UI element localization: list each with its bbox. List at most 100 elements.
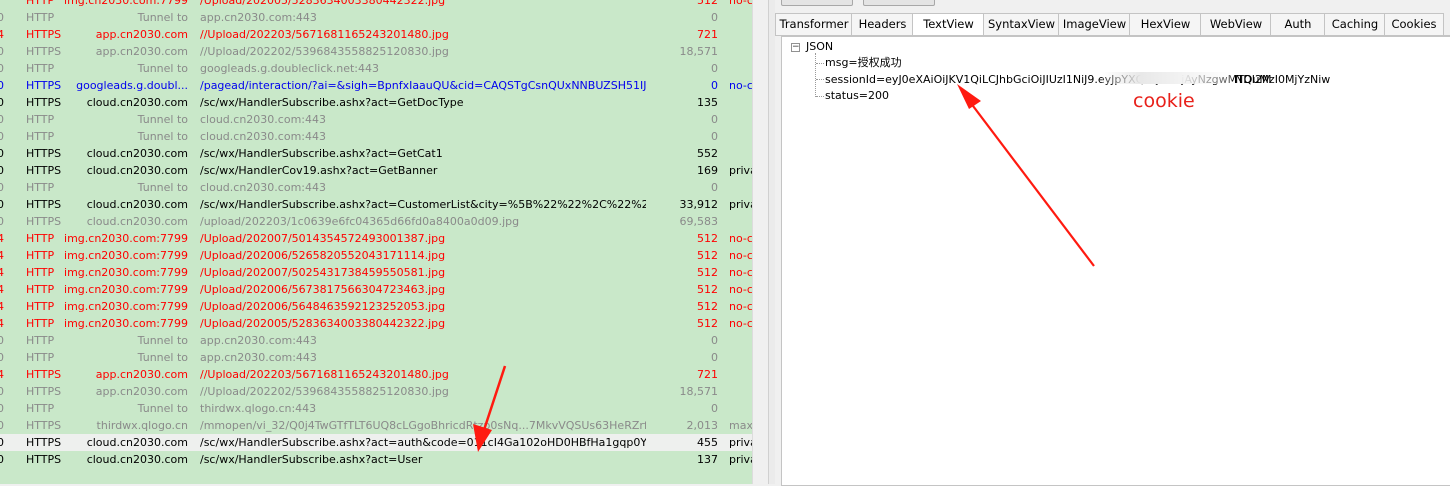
session-url-cell: /Upload/202006/5265820552043171114.jpg: [200, 249, 446, 262]
session-row[interactable]: 4 HTTP img.cn2030.com:7799/Upload/202006/5…: [0, 298, 752, 315]
session-url-cell: thirdwx.qlogo.cn:443: [200, 402, 317, 415]
session-row[interactable]: 0 HTTP Tunnel to app.cn2030.com:443 0: [0, 9, 752, 26]
session-list[interactable]: HTTP img.cn2030.com:7799/Upload/202005/52…: [0, 0, 752, 484]
session-result-cell: 4: [0, 283, 4, 296]
session-url-cell: cloud.cn2030.com:443: [200, 130, 326, 143]
session-row[interactable]: 4 HTTP img.cn2030.com:7799/Upload/202005/5…: [0, 315, 752, 332]
session-caching-cell: no-c: [729, 232, 752, 245]
session-body-cell: 0: [711, 181, 718, 194]
session-url-cell: cloud.cn2030.com:443: [200, 181, 326, 194]
session-result-cell: 0: [0, 164, 4, 177]
session-result-cell: 0: [0, 385, 4, 398]
session-host-cell: cloud.cn2030.com: [86, 198, 188, 211]
session-url-cell: /sc/wx/HandlerSubscribe.ashx?act=Custome…: [200, 198, 646, 211]
session-row[interactable]: 0 HTTPS cloud.cn2030.com/upload/202203/1c0…: [0, 213, 752, 230]
session-result-cell: 0: [0, 130, 4, 143]
session-body-cell: 33,912: [679, 198, 719, 211]
session-body-cell: 18,571: [679, 385, 719, 398]
json-status-node[interactable]: status=200: [825, 89, 889, 103]
toolbar-button[interactable]: [781, 0, 853, 6]
session-row[interactable]: 4 HTTP img.cn2030.com:7799/Upload/202006/5…: [0, 247, 752, 264]
tree-line: [815, 53, 816, 97]
session-row[interactable]: 4 HTTP img.cn2030.com:7799/Upload/202007/5…: [0, 264, 752, 281]
session-row[interactable]: 0 HTTPS cloud.cn2030.com/sc/wx/HandlerSubs…: [0, 94, 752, 111]
session-host-cell: img.cn2030.com:7799: [64, 300, 188, 313]
session-caching-cell: no-c: [729, 266, 752, 279]
session-row[interactable]: 0 HTTPS app.cn2030.com//Upload/202202/5396…: [0, 43, 752, 60]
session-caching-cell: priva: [729, 164, 752, 177]
session-url-cell: /Upload/202006/5673817566304723463.jpg: [200, 283, 446, 296]
session-host-cell: img.cn2030.com:7799: [64, 249, 188, 262]
redacted-blur: [1102, 72, 1232, 84]
session-result-cell: 0: [0, 198, 4, 211]
session-host-cell: cloud.cn2030.com: [86, 147, 188, 160]
collapse-icon[interactable]: −: [791, 43, 800, 52]
session-body-cell: 721: [697, 368, 718, 381]
session-caching-cell: no-c: [729, 300, 752, 313]
session-host-cell: cloud.cn2030.com: [86, 164, 188, 177]
session-row[interactable]: 0 HTTPS cloud.cn2030.com/sc/wx/HandlerSubs…: [0, 196, 752, 213]
session-body-cell: 0: [711, 334, 718, 347]
session-host-cell: googleads.g.doubl...: [76, 79, 188, 92]
session-list-scrollbar[interactable]: [752, 0, 769, 484]
session-row[interactable]: 0 HTTPS cloud.cn2030.com/sc/wx/HandlerSubs…: [0, 434, 752, 451]
session-row[interactable]: 4 HTTP img.cn2030.com:7799/Upload/202007/5…: [0, 230, 752, 247]
session-row[interactable]: 4 HTTPS app.cn2030.com//Upload/202203/5671…: [0, 26, 752, 43]
session-row[interactable]: 0 HTTP Tunnel to googleads.g.doubleclick.ne…: [0, 60, 752, 77]
session-host-cell: img.cn2030.com:7799: [64, 232, 188, 245]
session-host-cell: cloud.cn2030.com: [86, 436, 188, 449]
json-msg-node[interactable]: msg=授权成功: [825, 56, 902, 70]
session-host-cell: Tunnel to: [137, 11, 188, 24]
session-row[interactable]: 0 HTTPS cloud.cn2030.com/sc/wx/HandlerSubs…: [0, 145, 752, 162]
tab-auth[interactable]: Auth: [1270, 13, 1326, 35]
session-row[interactable]: 0 HTTPS googleads.g.doubl.../pagead/intera…: [0, 77, 752, 94]
session-url-cell: /Upload/202005/5283634003380442322.jpg: [200, 317, 446, 330]
tab-transformer[interactable]: Transformer: [775, 13, 853, 35]
tab-caching[interactable]: Caching: [1324, 13, 1386, 35]
session-caching-cell: priva: [729, 436, 752, 449]
session-body-cell: 0: [711, 351, 718, 364]
tab-headers[interactable]: Headers: [851, 13, 914, 35]
session-url-cell: //Upload/202202/5396843558825120830.jpg: [200, 385, 449, 398]
session-row[interactable]: 0 HTTP Tunnel to thirdwx.qlogo.cn:443 0: [0, 400, 752, 417]
json-root-node[interactable]: JSON: [806, 40, 833, 54]
session-result-cell: 4: [0, 300, 4, 313]
session-row[interactable]: 4 HTTPS app.cn2030.com//Upload/202203/5671…: [0, 366, 752, 383]
session-url-cell: /sc/wx/HandlerSubscribe.ashx?act=GetDocT…: [200, 96, 464, 109]
session-row[interactable]: HTTP img.cn2030.com:7799/Upload/202005/52…: [0, 0, 752, 9]
session-body-cell: 0: [711, 113, 718, 126]
tab-syntaxview[interactable]: SyntaxView: [983, 13, 1060, 35]
session-row[interactable]: 0 HTTP Tunnel to cloud.cn2030.com:443 0: [0, 111, 752, 128]
session-row[interactable]: 0 HTTPS thirdwx.qlogo.cn/mmopen/vi_32/Q0j4…: [0, 417, 752, 434]
session-row[interactable]: 0 HTTPS cloud.cn2030.com/sc/wx/HandlerSubs…: [0, 451, 752, 468]
tree-line: [816, 96, 824, 97]
tab-webview[interactable]: WebView: [1200, 13, 1272, 35]
session-url-cell: /mmopen/vi_32/Q0j4TwGTfTLT6UQ8cLGgoBhric…: [200, 419, 646, 432]
session-url-cell: app.cn2030.com:443: [200, 351, 317, 364]
session-row[interactable]: 4 HTTP img.cn2030.com:7799/Upload/202006/5…: [0, 281, 752, 298]
session-result-cell: 0: [0, 79, 4, 92]
session-url-cell: //Upload/202203/5671681165243201480.jpg: [200, 28, 449, 41]
tab-textview[interactable]: TextView: [912, 13, 985, 35]
session-row[interactable]: 0 HTTP Tunnel to cloud.cn2030.com:443 0: [0, 128, 752, 145]
tab-hexview[interactable]: HexView: [1129, 13, 1202, 35]
session-url-cell: app.cn2030.com:443: [200, 334, 317, 347]
session-row[interactable]: 0 HTTP Tunnel to app.cn2030.com:443 0: [0, 332, 752, 349]
tab-imageview[interactable]: ImageView: [1058, 13, 1131, 35]
session-host-cell: img.cn2030.com:7799: [64, 266, 188, 279]
session-url-cell: app.cn2030.com:443: [200, 11, 317, 24]
tab-cookies[interactable]: Cookies: [1384, 13, 1444, 35]
session-body-cell: 137: [697, 453, 718, 466]
session-host-cell: Tunnel to: [137, 402, 188, 415]
toolbar-button[interactable]: [863, 0, 935, 6]
session-row[interactable]: 0 HTTP Tunnel to cloud.cn2030.com:443 0: [0, 179, 752, 196]
session-body-cell: 0: [711, 62, 718, 75]
session-row[interactable]: 0 HTTPS cloud.cn2030.com/sc/wx/HandlerCov1…: [0, 162, 752, 179]
session-url-cell: /Upload/202007/5014354572493001387.jpg: [200, 232, 446, 245]
session-row[interactable]: 0 HTTP Tunnel to app.cn2030.com:443 0: [0, 349, 752, 366]
session-result-cell: 4: [0, 368, 4, 381]
session-host-cell: Tunnel to: [137, 181, 188, 194]
session-result-cell: 4: [0, 249, 4, 262]
session-host-cell: cloud.cn2030.com: [86, 215, 188, 228]
session-row[interactable]: 0 HTTPS app.cn2030.com//Upload/202202/5396…: [0, 383, 752, 400]
